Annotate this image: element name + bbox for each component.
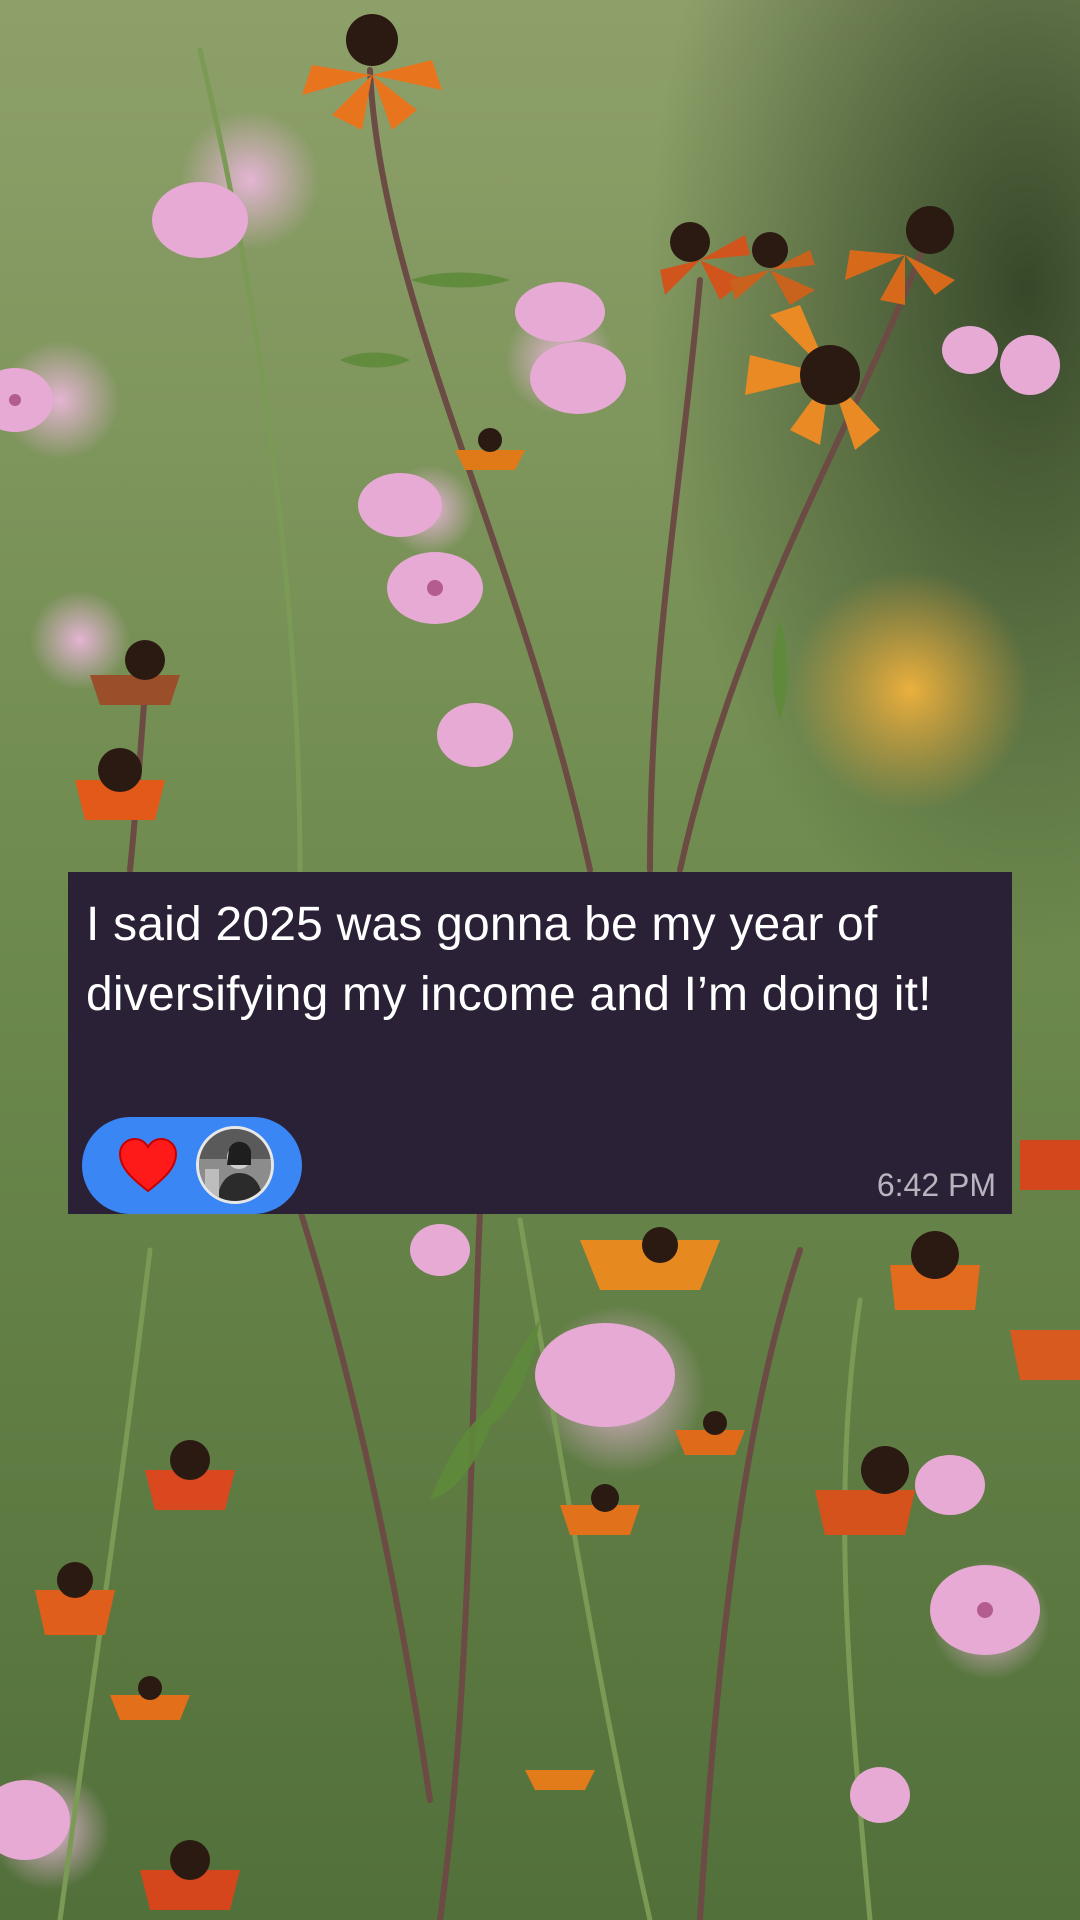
message-bubble[interactable]: I said 2025 was gonna be my year of dive… bbox=[68, 872, 1012, 1214]
heart-icon bbox=[118, 1137, 178, 1193]
reactions-pill[interactable] bbox=[82, 1117, 302, 1214]
avatar-photo-icon bbox=[199, 1129, 271, 1201]
avatar[interactable] bbox=[196, 1126, 274, 1204]
message-timestamp: 6:42 PM bbox=[876, 1167, 996, 1203]
message-text: I said 2025 was gonna be my year of dive… bbox=[86, 898, 932, 1021]
